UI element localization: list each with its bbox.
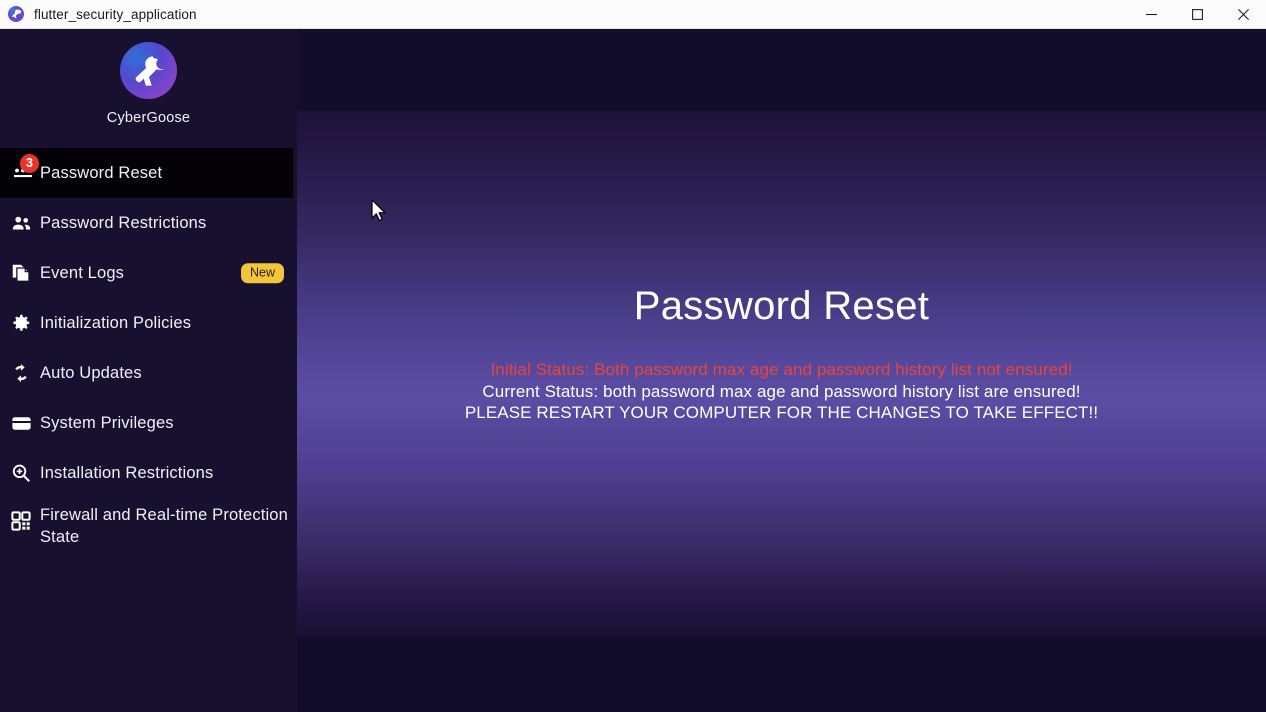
sidebar: CyberGoose 3 Password Reset Password Res…	[0, 29, 297, 712]
sidebar-item-auto-updates[interactable]: Auto Updates	[0, 348, 297, 398]
sidebar-item-installation-restrictions[interactable]: Installation Restrictions	[0, 448, 297, 498]
initial-status-text: Initial Status: Both password max age an…	[490, 360, 1073, 379]
window-title: flutter_security_application	[34, 6, 197, 22]
sidebar-item-firewall-and-realtime-protection-state[interactable]: Firewall and Real-time Protection State	[0, 498, 297, 548]
page-title: Password Reset	[633, 284, 930, 328]
password-reset-badge: 3	[20, 154, 39, 173]
people-icon	[10, 212, 40, 235]
sidebar-item-label: Event Logs	[40, 264, 125, 282]
sidebar-item-password-restrictions[interactable]: Password Restrictions	[0, 198, 297, 248]
maximize-button[interactable]	[1174, 0, 1220, 29]
brand: CyberGoose	[0, 29, 297, 126]
sidebar-item-label: Auto Updates	[40, 364, 142, 382]
magnifier-plus-icon	[10, 462, 40, 484]
bottom-panel	[297, 637, 1266, 712]
sidebar-item-label: Installation Restrictions	[40, 464, 214, 482]
content-area: Password Reset Initial Status: Both pass…	[297, 111, 1266, 637]
sync-refresh-icon	[10, 362, 40, 384]
sidebar-item-system-privileges[interactable]: System Privileges	[0, 398, 297, 448]
status-block: Initial Status: Both password max age an…	[465, 359, 1098, 424]
sidebar-item-event-logs[interactable]: Event Logs New	[0, 248, 297, 298]
minimize-button[interactable]	[1128, 0, 1174, 29]
sidebar-item-label: Initialization Policies	[40, 314, 192, 332]
window-controls	[1128, 0, 1266, 29]
restart-notice-text: PLEASE RESTART YOUR COMPUTER FOR THE CHA…	[464, 403, 1099, 422]
cybergoose-logo-icon	[120, 42, 177, 99]
sidebar-item-label: Password Reset	[40, 164, 163, 182]
brand-name: CyberGoose	[106, 110, 191, 126]
sidebar-nav: 3 Password Reset Password Restrictions E…	[0, 148, 297, 548]
close-button[interactable]	[1220, 0, 1266, 29]
sidebar-item-label: Firewall and Real-time Protection State	[40, 506, 288, 546]
gear-icon	[10, 312, 40, 334]
event-logs-new-badge: New	[240, 263, 284, 283]
documents-copy-icon	[10, 262, 40, 284]
sidebar-item-label: System Privileges	[40, 414, 174, 432]
qr-blocks-icon	[10, 510, 40, 532]
application-window: flutter_security_application CyberGoose	[0, 0, 1266, 712]
sidebar-item-label: Password Restrictions	[40, 214, 207, 232]
sidebar-item-password-reset[interactable]: 3 Password Reset	[0, 148, 293, 198]
sidebar-item-initialization-policies[interactable]: Initialization Policies	[0, 298, 297, 348]
title-bar: flutter_security_application	[0, 0, 1266, 29]
card-icon	[10, 412, 40, 435]
app-icon	[8, 6, 24, 22]
current-status-text: Current Status: both password max age an…	[482, 381, 1081, 401]
